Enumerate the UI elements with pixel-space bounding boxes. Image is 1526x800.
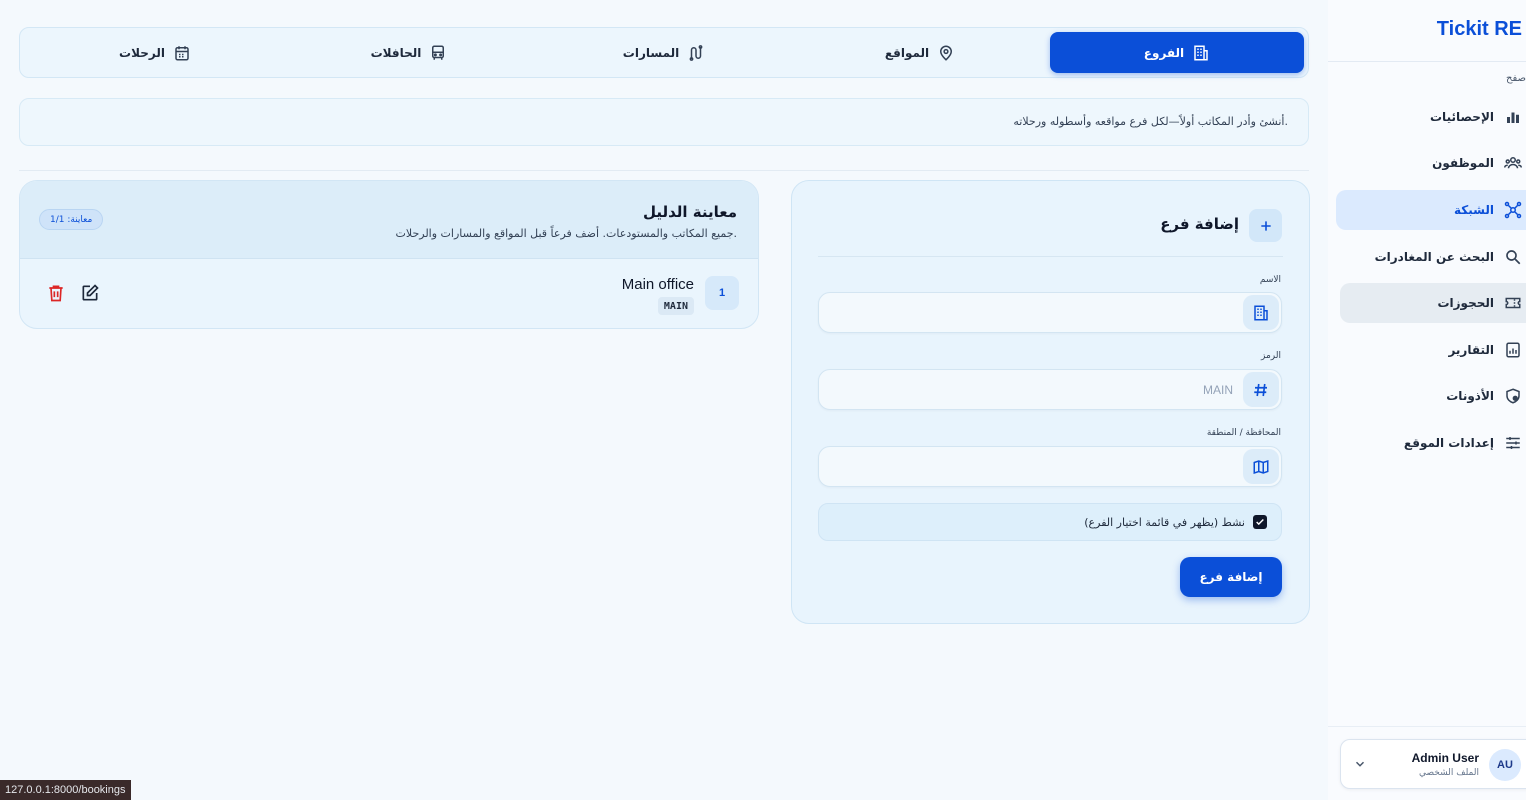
network-tabs: الفروع المواقع المسارات الحافلات الرحلات: [19, 27, 1309, 78]
plus-icon: [1249, 209, 1282, 242]
sidebar-divider: [1328, 61, 1526, 62]
sliders-icon: [1504, 434, 1522, 452]
calendar-icon: [173, 44, 191, 62]
hash-icon: [1243, 372, 1279, 407]
map-icon: [1243, 449, 1279, 484]
avatar: AU: [1489, 749, 1521, 781]
add-branch-button[interactable]: إضافة فرع: [1180, 557, 1282, 597]
tab-trips[interactable]: الرحلات: [28, 32, 282, 73]
sidebar-section-label: صفح: [1505, 73, 1526, 84]
user-menu[interactable]: AU Admin User الملف الشخصي: [1340, 739, 1526, 789]
route-icon: [687, 44, 705, 62]
region-field[interactable]: [831, 447, 1233, 486]
brand-logo[interactable]: Tickit RE: [1437, 18, 1522, 41]
trash-icon[interactable]: [46, 283, 66, 303]
directory-subtitle: جميع المكاتب والمستودعات. أضف فرعاً قبل …: [395, 227, 737, 240]
row-index: 1: [705, 276, 739, 310]
branch-name: Main office: [621, 276, 694, 293]
code-field[interactable]: [831, 370, 1233, 409]
map-pin-icon: [937, 44, 955, 62]
sidebar-item-label: إعدادات الموقع: [1403, 436, 1494, 450]
directory-title: معاينة الدليل: [642, 203, 737, 221]
tab-label: الفروع: [1143, 45, 1185, 60]
browser-status-url: 127.0.0.1:8000/bookings: [0, 780, 131, 800]
sidebar-item-site-settings[interactable]: إعدادات الموقع: [1404, 423, 1526, 463]
tab-locations[interactable]: المواقع: [793, 32, 1047, 73]
branch-code-badge: MAIN: [657, 297, 694, 315]
sidebar: Tickit RE صفح الإحصائيات الموظفون الشبكة: [1328, 0, 1526, 800]
code-label: الرمز: [1261, 351, 1281, 361]
sidebar-item-statistics[interactable]: الإحصائيات: [1430, 97, 1526, 137]
active-label: نشط (يظهر في قائمة اختيار الفرع): [1084, 516, 1245, 529]
edit-icon[interactable]: [80, 283, 100, 303]
bus-icon: [429, 44, 447, 62]
sidebar-item-departures-search[interactable]: البحث عن المغادرات: [1375, 237, 1526, 277]
sidebar-item-label: الشبكة: [1454, 203, 1494, 217]
directory-preview: معاينة الدليل جميع المكاتب والمستودعات. …: [19, 180, 759, 329]
tab-label: المسارات: [622, 45, 680, 60]
tab-buses[interactable]: الحافلات: [282, 32, 536, 73]
region-field-wrap: [818, 446, 1282, 487]
users-icon: [1504, 154, 1522, 172]
section-divider: [19, 170, 1309, 171]
user-name: Admin User: [1411, 751, 1479, 765]
tab-branches[interactable]: الفروع: [1050, 32, 1304, 73]
sidebar-item-permissions[interactable]: الأذونات: [1446, 376, 1526, 416]
name-field-wrap: [818, 292, 1282, 333]
sidebar-item-label: البحث عن المغادرات: [1374, 250, 1494, 264]
building-icon: [1243, 295, 1279, 330]
report-icon: [1504, 341, 1522, 359]
shield-icon: [1504, 387, 1522, 405]
sidebar-item-label: الإحصائيات: [1430, 110, 1494, 124]
sidebar-item-label: التقارير: [1448, 343, 1494, 357]
directory-header: معاينة الدليل جميع المكاتب والمستودعات. …: [20, 181, 758, 259]
sidebar-item-employees[interactable]: الموظفون: [1432, 143, 1526, 183]
network-icon: [1504, 201, 1522, 219]
add-branch-form: إضافة فرع الاسم الرمز المحافظة / المنطقة: [791, 180, 1310, 624]
region-label: المحافظة / المنطقة: [1206, 428, 1281, 438]
building-icon: [1192, 44, 1210, 62]
name-label: الاسم: [1259, 275, 1281, 285]
search-icon: [1504, 248, 1522, 266]
tab-label: الحافلات: [370, 45, 422, 60]
sidebar-item-label: الحجوزات: [1437, 296, 1494, 310]
form-title: إضافة فرع: [1160, 215, 1239, 233]
info-banner-text: أنشئ وأدر المكاتب أولاً—لكل فرع مواقعه و…: [1013, 115, 1288, 128]
active-checkbox[interactable]: [1253, 515, 1267, 529]
user-profile-link: الملف الشخصي: [1419, 768, 1479, 778]
sidebar-item-label: الموظفون: [1432, 156, 1494, 170]
bar-chart-icon: [1504, 108, 1522, 126]
sidebar-item-label: الأذونات: [1446, 389, 1494, 403]
sidebar-item-bookings[interactable]: الحجوزات: [1340, 283, 1526, 323]
ticket-icon: [1504, 294, 1522, 312]
sidebar-bottom-divider: [1328, 726, 1526, 727]
info-banner: أنشئ وأدر المكاتب أولاً—لكل فرع مواقعه و…: [19, 98, 1309, 146]
preview-count-badge: معاينة: 1/1: [39, 209, 104, 230]
tab-label: المواقع: [884, 45, 930, 60]
sidebar-item-network[interactable]: الشبكة: [1336, 190, 1526, 230]
tab-routes[interactable]: المسارات: [537, 32, 791, 73]
tab-label: الرحلات: [119, 45, 165, 60]
chevron-down-icon[interactable]: [1353, 757, 1367, 771]
active-toggle-row[interactable]: نشط (يظهر في قائمة اختيار الفرع): [818, 503, 1282, 541]
code-field-wrap: [818, 369, 1282, 410]
form-divider: [818, 256, 1283, 257]
sidebar-item-reports[interactable]: التقارير: [1448, 330, 1526, 370]
name-field[interactable]: [831, 293, 1233, 332]
